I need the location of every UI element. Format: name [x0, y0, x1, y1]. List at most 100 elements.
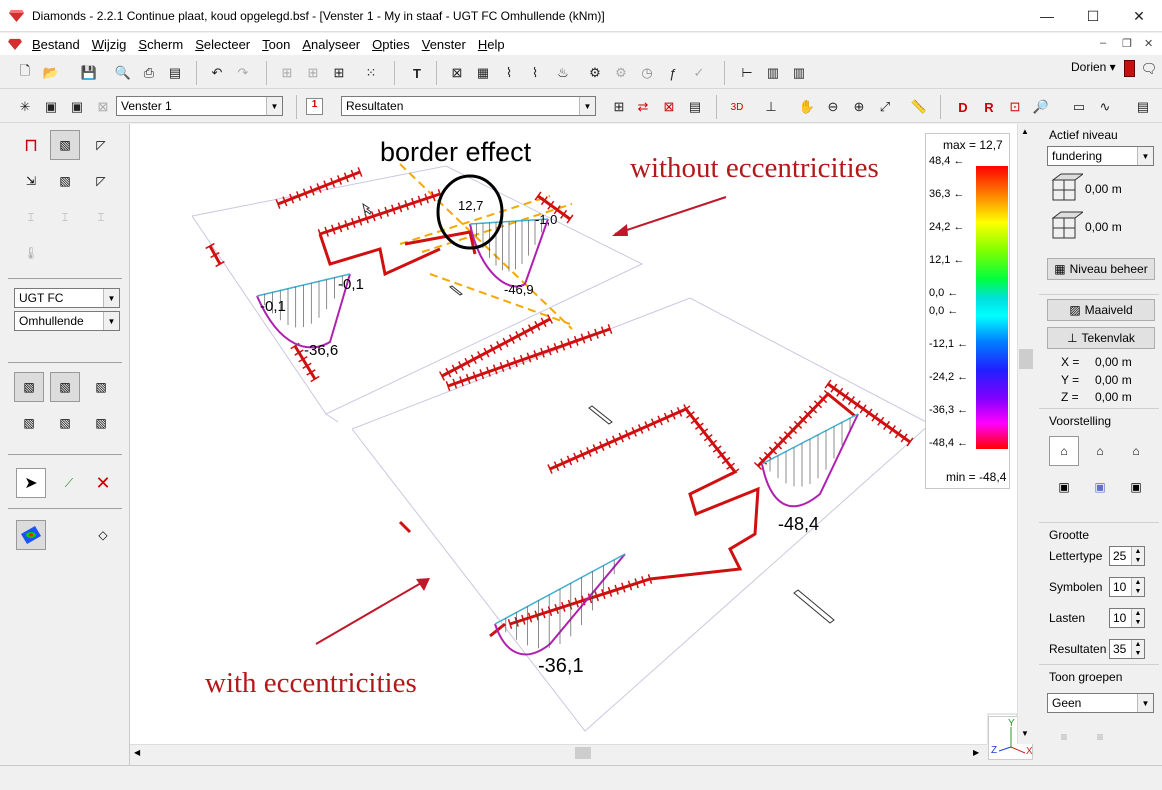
result-vy-icon[interactable]: ▧: [86, 408, 116, 438]
result-my-icon[interactable]: ▧: [50, 372, 80, 402]
envelope-select[interactable]: Omhullende ▼: [14, 311, 120, 331]
group-a-icon[interactable]: ≡: [1049, 722, 1079, 752]
report-search-icon[interactable]: 🔎: [1030, 96, 1052, 118]
zoom-out-icon[interactable]: ⊖: [822, 96, 844, 118]
model-canvas[interactable]: border effect without eccentricities wit…: [130, 124, 1017, 744]
results-select[interactable]: Resultaten ▼: [341, 96, 596, 116]
menu-help[interactable]: Help: [472, 37, 511, 52]
new-file-icon[interactable]: 🗋: [14, 62, 36, 84]
user-menu[interactable]: Dorien ▾: [1071, 60, 1116, 74]
result-vz-icon[interactable]: ▧: [50, 408, 80, 438]
report-c-icon[interactable]: ⊡: [1004, 96, 1026, 118]
mdi-restore-icon[interactable]: ❐: [1122, 37, 1132, 50]
horizontal-scrollbar[interactable]: ◀ ▶: [130, 744, 987, 761]
plate-icon[interactable]: ◇: [88, 520, 118, 550]
steel-c-icon[interactable]: ⌶: [86, 202, 116, 232]
menu-bestand[interactable]: Bestand: [26, 37, 86, 52]
settings-a-icon[interactable]: ⚙: [584, 62, 606, 84]
frame-icon[interactable]: ⊠: [446, 62, 468, 84]
print-preview-icon[interactable]: 🔍: [112, 62, 134, 84]
render-view-icon[interactable]: ▣: [1085, 472, 1115, 502]
zoom-fit-icon[interactable]: ⤢: [874, 96, 896, 118]
ruler-icon[interactable]: 📏: [908, 96, 930, 118]
view-curve-icon[interactable]: ∿: [1094, 96, 1116, 118]
report-r-icon[interactable]: R: [978, 96, 1000, 118]
color-swatch[interactable]: [1124, 60, 1135, 77]
beam-mnv-icon[interactable]: ▧: [50, 130, 80, 160]
spin-arrows-icon[interactable]: ▲ ▼: [1131, 609, 1144, 627]
lettertype-spinner[interactable]: 25 ▲ ▼: [1109, 546, 1145, 566]
text-color-icon[interactable]: T: [406, 62, 428, 84]
grid-a-icon[interactable]: ⊞: [276, 62, 298, 84]
close-window-icon[interactable]: ⊠: [92, 96, 114, 118]
thermometer-icon[interactable]: 🌡: [16, 238, 46, 268]
results-d-icon[interactable]: ▤: [684, 96, 706, 118]
result-tx-icon[interactable]: ▧: [14, 372, 44, 402]
shaded-view-icon[interactable]: ⌂: [1121, 436, 1151, 466]
beam-mnv-b-icon[interactable]: ◸: [86, 130, 116, 160]
layers-icon[interactable]: ▥: [762, 62, 784, 84]
maaiveld-button[interactable]: ▨ Maaiveld: [1047, 299, 1155, 321]
resultaten-spinner[interactable]: 35 ▲ ▼: [1109, 639, 1145, 659]
scroll-thumb[interactable]: [1019, 349, 1033, 369]
hscroll-thumb[interactable]: [575, 747, 591, 759]
wireframe-view-icon[interactable]: ⌂: [1049, 436, 1079, 466]
stress-b-icon[interactable]: ◸: [86, 166, 116, 196]
window-select[interactable]: Venster 1 ▼: [116, 96, 283, 116]
lasten-spinner[interactable]: 10 ▲ ▼: [1109, 608, 1145, 628]
maximize-button[interactable]: ☐: [1070, 0, 1116, 32]
redo-icon[interactable]: ↷: [232, 62, 254, 84]
level-manage-button[interactable]: ▦ Niveau beheer: [1047, 258, 1155, 280]
open-folder-icon[interactable]: 📂: [40, 62, 62, 84]
menu-toon[interactable]: Toon: [256, 37, 296, 52]
steel-b-icon[interactable]: ⌶: [50, 202, 80, 232]
scroll-left-icon[interactable]: ◀: [134, 748, 140, 757]
menu-opties[interactable]: Opties: [366, 37, 416, 52]
mdi-minimize-icon[interactable]: –: [1100, 37, 1106, 49]
loadcase-select[interactable]: UGT FC ▼: [14, 288, 120, 308]
page-number[interactable]: 1: [306, 98, 323, 115]
load-r-icon[interactable]: ⇲: [16, 166, 46, 196]
spring-icon[interactable]: ⌇: [498, 62, 520, 84]
view-3d-icon[interactable]: 3D: [726, 96, 748, 118]
material-icon[interactable]: ƒ: [662, 62, 684, 84]
diagram-icon[interactable]: ⟋: [54, 468, 84, 498]
print-icon[interactable]: ⎙: [138, 62, 160, 84]
result-n-icon[interactable]: ▧: [14, 408, 44, 438]
comment-icon[interactable]: 🗨: [1138, 58, 1160, 80]
layers-b-icon[interactable]: ▥: [788, 62, 810, 84]
spin-arrows-icon[interactable]: ▲ ▼: [1131, 547, 1144, 565]
check-icon[interactable]: ✓: [688, 62, 710, 84]
pointer-icon[interactable]: ➤: [16, 468, 46, 498]
group-select[interactable]: Geen ▼: [1047, 693, 1154, 713]
dark-view-icon[interactable]: ▣: [1121, 472, 1151, 502]
tekenvlak-button[interactable]: ⊥ Tekenvlak: [1047, 327, 1155, 349]
delete-diagram-icon[interactable]: ✕: [88, 468, 118, 498]
frame-tool-icon[interactable]: ⊓: [16, 130, 46, 160]
level-select[interactable]: fundering ▼: [1047, 146, 1154, 166]
results-c-icon[interactable]: ⊠: [658, 96, 680, 118]
undo-icon[interactable]: ↶: [206, 62, 228, 84]
close-button[interactable]: ✕: [1116, 0, 1162, 32]
contour-plot-icon[interactable]: [16, 520, 46, 550]
results-a-icon[interactable]: ⊞: [608, 96, 630, 118]
align-icon[interactable]: ⊢: [736, 62, 758, 84]
springs-icon[interactable]: ⌇: [524, 62, 546, 84]
vertical-scrollbar[interactable]: ▲ ▼: [1017, 124, 1034, 744]
grid-b-icon[interactable]: ⊞: [302, 62, 324, 84]
menu-analyseer[interactable]: Analyseer: [296, 37, 366, 52]
stress-icon[interactable]: ▧: [50, 166, 80, 196]
window-b-icon[interactable]: ▣: [66, 96, 88, 118]
results-b-icon[interactable]: ⇄: [632, 96, 654, 118]
mdi-close-icon[interactable]: ✕: [1144, 37, 1153, 50]
view-w-icon[interactable]: ▭: [1068, 96, 1090, 118]
group-b-icon[interactable]: ≡: [1085, 722, 1115, 752]
diamond-menu-icon[interactable]: [8, 38, 22, 50]
menu-scherm[interactable]: Scherm: [132, 37, 189, 52]
calculator-icon[interactable]: ▦: [472, 62, 494, 84]
solid-view-icon[interactable]: ▣: [1049, 472, 1079, 502]
pan-hand-icon[interactable]: ✋: [796, 96, 818, 118]
report-icon[interactable]: ▤: [164, 62, 186, 84]
menu-venster[interactable]: Venster: [416, 37, 472, 52]
window-a-icon[interactable]: ▣: [40, 96, 62, 118]
